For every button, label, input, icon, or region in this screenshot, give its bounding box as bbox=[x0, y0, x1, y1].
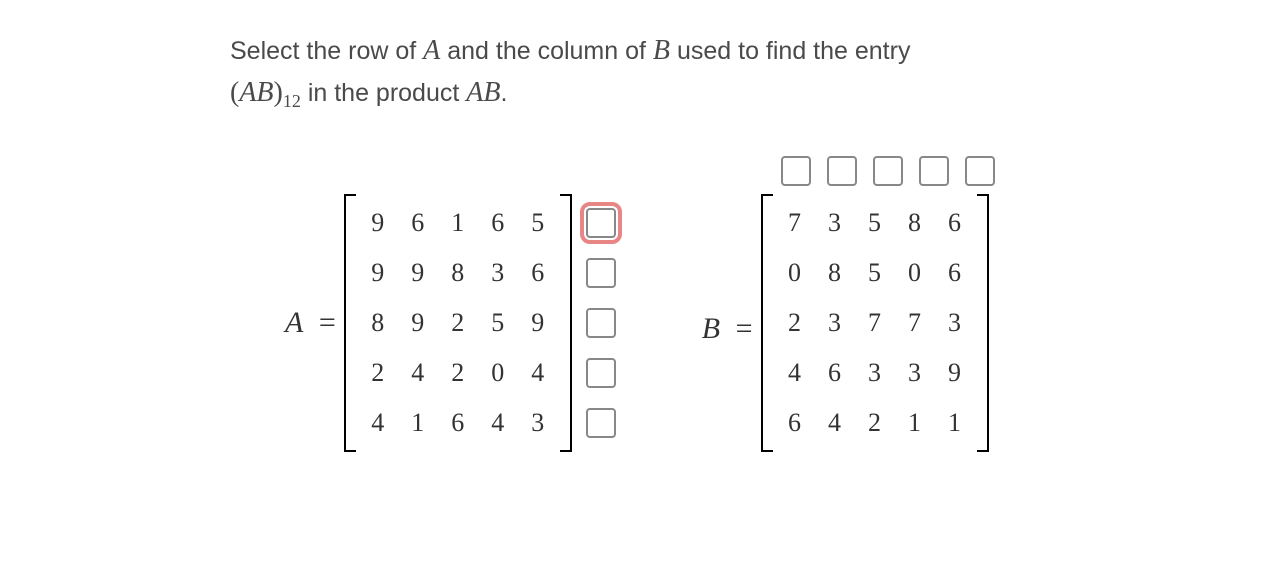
question-prompt: Select the row of A and the column of B … bbox=[230, 30, 1272, 114]
matrix-cell: 3 bbox=[828, 308, 841, 338]
rparen: ) bbox=[274, 77, 283, 108]
matrix-cell: 3 bbox=[531, 408, 544, 438]
matrix-cell: 7 bbox=[908, 308, 921, 338]
lparen: ( bbox=[230, 77, 239, 108]
matrix-cell: 4 bbox=[531, 358, 544, 388]
matrix-cell: 3 bbox=[828, 208, 841, 238]
label-B: B bbox=[702, 312, 720, 345]
matrix-cell: 0 bbox=[788, 258, 801, 288]
equals-sign: = bbox=[728, 312, 761, 345]
matrix-cell: 2 bbox=[868, 408, 881, 438]
row-selectors bbox=[580, 194, 622, 452]
matrix-cell: 1 bbox=[451, 208, 464, 238]
matrix-cell: 6 bbox=[451, 408, 464, 438]
matrix-cell: 9 bbox=[948, 358, 961, 388]
matrix-cell: 6 bbox=[491, 208, 504, 238]
matrix-cell: 8 bbox=[908, 208, 921, 238]
row-checkbox-2[interactable] bbox=[586, 258, 616, 288]
prompt-text: and the column of bbox=[440, 37, 653, 65]
matrix-cell: 5 bbox=[868, 258, 881, 288]
matrix-cell: 0 bbox=[491, 358, 504, 388]
matrix-cell: 7 bbox=[788, 208, 801, 238]
period: . bbox=[500, 79, 507, 107]
matrix-cell: 4 bbox=[491, 408, 504, 438]
row-checkbox-3[interactable] bbox=[586, 308, 616, 338]
var-AB2: AB bbox=[466, 77, 500, 108]
matrix-cell: 9 bbox=[411, 308, 424, 338]
matrix-cell: 2 bbox=[451, 358, 464, 388]
matrix-cell: 6 bbox=[788, 408, 801, 438]
matrix-cell: 1 bbox=[908, 408, 921, 438]
matrix-cell: 3 bbox=[948, 308, 961, 338]
prompt-text: used to find the entry bbox=[670, 37, 910, 65]
matrix-cell: 9 bbox=[371, 258, 384, 288]
matrix-cell: 1 bbox=[411, 408, 424, 438]
matrix-cell: 3 bbox=[908, 358, 921, 388]
col-checkbox-4[interactable] bbox=[919, 156, 949, 186]
prompt-text: Select the row of bbox=[230, 37, 423, 65]
matrix-cell: 5 bbox=[491, 308, 504, 338]
matrix-B: 7358608506237734633964211 bbox=[761, 194, 1003, 452]
var-B: B bbox=[653, 35, 670, 66]
matrix-cell: 8 bbox=[828, 258, 841, 288]
var-A: A bbox=[423, 35, 440, 66]
matrix-cell: 2 bbox=[371, 358, 384, 388]
matrix-cell: 5 bbox=[531, 208, 544, 238]
matrix-cell: 6 bbox=[948, 208, 961, 238]
col-checkbox-2[interactable] bbox=[827, 156, 857, 186]
column-selectors bbox=[761, 156, 1003, 186]
matrix-cell: 1 bbox=[948, 408, 961, 438]
matrix-cell: 5 bbox=[868, 208, 881, 238]
matrix-cell: 6 bbox=[828, 358, 841, 388]
matrix-cell: 3 bbox=[868, 358, 881, 388]
row-checkbox-5[interactable] bbox=[586, 408, 616, 438]
col-checkbox-3[interactable] bbox=[873, 156, 903, 186]
matrix-cell: 7 bbox=[868, 308, 881, 338]
label-A: A bbox=[285, 306, 303, 339]
var-AB: AB bbox=[239, 77, 273, 108]
matrix-cell: 3 bbox=[491, 258, 504, 288]
matrix-cell: 2 bbox=[788, 308, 801, 338]
matrix-cell: 9 bbox=[411, 258, 424, 288]
matrix-cell: 9 bbox=[531, 308, 544, 338]
matrix-cell: 6 bbox=[948, 258, 961, 288]
matrix-cell: 9 bbox=[371, 208, 384, 238]
matrix-cell: 4 bbox=[371, 408, 384, 438]
col-checkbox-1[interactable] bbox=[781, 156, 811, 186]
col-checkbox-5[interactable] bbox=[965, 156, 995, 186]
matrix-cell: 2 bbox=[451, 308, 464, 338]
matrix-cell: 0 bbox=[908, 258, 921, 288]
matrix-A: 9616599836892592420441643 bbox=[344, 194, 572, 452]
matrix-cell: 8 bbox=[371, 308, 384, 338]
equals-sign: = bbox=[311, 306, 344, 339]
prompt-text: in the product bbox=[301, 79, 466, 107]
matrix-cell: 6 bbox=[411, 208, 424, 238]
matrix-cell: 6 bbox=[531, 258, 544, 288]
row-checkbox-4[interactable] bbox=[586, 358, 616, 388]
row-checkbox-1[interactable] bbox=[586, 208, 616, 238]
matrix-cell: 4 bbox=[788, 358, 801, 388]
matrix-cell: 8 bbox=[451, 258, 464, 288]
subscript: 12 bbox=[283, 91, 301, 111]
matrix-cell: 4 bbox=[828, 408, 841, 438]
matrix-cell: 4 bbox=[411, 358, 424, 388]
